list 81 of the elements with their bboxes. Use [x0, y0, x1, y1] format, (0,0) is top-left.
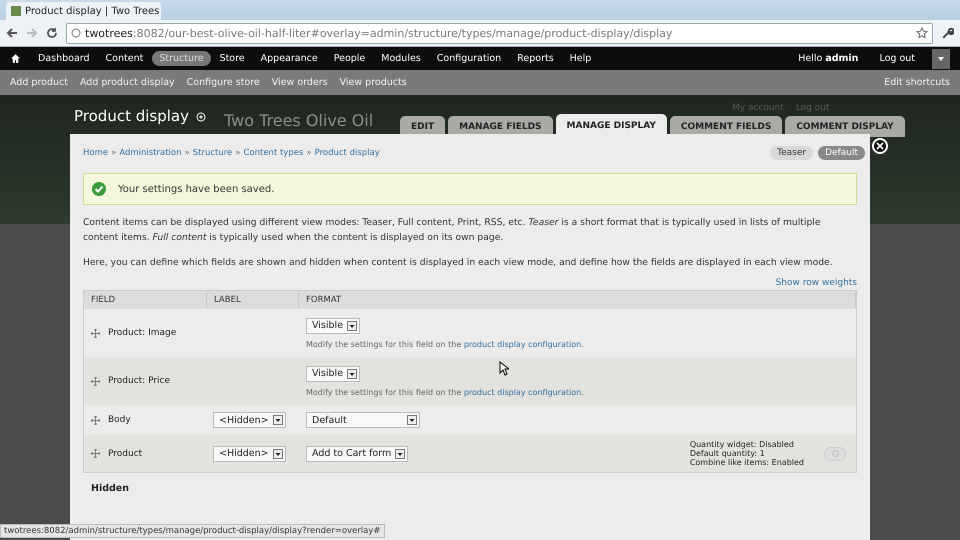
breadcrumb-link[interactable]: Home [83, 148, 108, 158]
toolbar-menu-item[interactable]: Modules [374, 51, 428, 66]
page-title: Product display [74, 107, 189, 125]
toolbar-menu-item[interactable]: Appearance [254, 51, 325, 66]
back-icon[interactable] [6, 27, 18, 39]
toolbar-menu-item[interactable]: Help [562, 51, 598, 66]
logout-link[interactable]: Log out [872, 51, 922, 66]
view-mode-tab[interactable]: Teaser [770, 146, 814, 160]
greeting-text: Hello admin [798, 53, 858, 64]
breadcrumb-separator: » [306, 148, 312, 158]
select-field[interactable]: <Hidden> [213, 446, 286, 462]
caret-icon [272, 415, 283, 425]
address-bar[interactable]: twotrees:8082/our-best-olive-oil-half-liter#overlay=admin/structure/types/manage/product-display/display [66, 22, 933, 44]
close-button[interactable] [872, 138, 888, 154]
select-field[interactable]: <Hidden> [213, 412, 286, 428]
star-icon[interactable] [916, 27, 928, 39]
message-text: Your settings have been saved. [118, 184, 274, 194]
shortcut-link[interactable]: Add product display [80, 77, 175, 88]
close-icon [876, 142, 884, 150]
show-row-weights-link[interactable]: Show row weights [776, 278, 857, 288]
edit-shortcuts-link[interactable]: Edit shortcuts [884, 77, 950, 88]
column-header: FIELD [91, 295, 116, 305]
breadcrumb-link[interactable]: Product display [314, 148, 380, 158]
column-header: FORMAT [306, 295, 342, 305]
description-text: Content items can be displayed using different view modes: Teaser, Full content, Print, RSS, etc. Teaser is a short format that is typically used in lists of multiple content items. Full content is typically used when the content is displayed on its own page. [83, 216, 822, 245]
shortcut-link[interactable]: Configure store [186, 77, 260, 88]
description-text: Here, you can define which fields are shown and hidden when content is displayed in each view mode, and define how the fields are displayed in each view mode. [83, 256, 834, 270]
select-field[interactable]: Add to Cart form [306, 446, 408, 462]
field-name: Product: Price [108, 376, 170, 386]
drag-handle-icon[interactable] [91, 449, 100, 458]
field-name: Product: Image [108, 328, 176, 338]
shortcuts-toggle-button[interactable] [932, 48, 950, 68]
field-note: Modify the settings for this field on the product display configuration. [306, 340, 585, 348]
caret-icon [347, 368, 358, 378]
shortcut-link[interactable]: Add product [10, 77, 68, 88]
drag-handle-icon[interactable] [91, 416, 100, 424]
url-text: twotrees:8082/our-best-olive-oil-half-liter#overlay=admin/structure/types/manage/product-display/display [85, 26, 672, 40]
shortcut-link[interactable]: View products [340, 77, 407, 88]
breadcrumb-separator: » [184, 148, 190, 158]
mouse-pointer-icon [499, 361, 509, 376]
hidden-section-heading: Hidden [91, 483, 130, 494]
caret-icon [938, 56, 944, 60]
home-icon[interactable] [10, 53, 21, 64]
gear-icon [830, 449, 840, 458]
caret-icon [395, 448, 406, 458]
toolbar-menu-item[interactable]: Content [98, 51, 150, 66]
field-note: Modify the settings for this field on the product display configuration. [306, 388, 585, 396]
formatter-summary: Quantity widget: Disabled Default quantity: 1 Combine like items: Enabled [690, 440, 805, 467]
column-header: LABEL [214, 295, 241, 305]
breadcrumb-link[interactable]: Administration [119, 148, 182, 158]
select-field[interactable]: Default [306, 412, 420, 428]
select-field[interactable]: Visible [306, 318, 360, 334]
view-mode-tab[interactable]: Default [818, 146, 865, 160]
shortcut-link[interactable]: View orders [272, 77, 328, 88]
drag-handle-icon[interactable] [91, 328, 100, 338]
configuration-link[interactable]: product display configuration [464, 388, 582, 396]
breadcrumb-link[interactable]: Structure [192, 148, 232, 158]
favicon-icon [11, 6, 21, 16]
field-name: Body [108, 415, 131, 425]
configuration-link[interactable]: product display configuration [464, 340, 582, 348]
site-name: Two Trees Olive Oil [224, 111, 374, 130]
breadcrumb-separator: » [235, 148, 240, 158]
drag-handle-icon[interactable] [91, 376, 100, 386]
status-bar-url: twotrees:8082/admin/structure/types/manage/product-display/display?render=overlay# [0, 524, 385, 538]
add-shortcut-icon[interactable] [196, 112, 206, 122]
breadcrumb-link[interactable]: Content types [243, 148, 304, 158]
check-icon [92, 182, 106, 196]
browser-tab[interactable]: Product display | Two Trees [6, 2, 161, 20]
breadcrumb-separator: » [111, 148, 116, 158]
toolbar-menu-item[interactable]: Configuration [430, 51, 508, 66]
toolbar-menu-item[interactable]: Store [212, 51, 252, 66]
caret-icon [272, 448, 283, 458]
toolbar-menu-item[interactable]: Dashboard [31, 51, 97, 66]
select-field[interactable]: Visible [306, 366, 360, 382]
tab[interactable]: COMMENT DISPLAY [785, 116, 905, 137]
toolbar-menu-item[interactable]: Reports [510, 51, 561, 66]
toolbar-menu-item[interactable]: People [326, 51, 372, 66]
caret-icon [407, 415, 417, 425]
caret-icon [347, 320, 358, 330]
reload-icon[interactable] [46, 27, 58, 39]
field-name: Product [108, 448, 142, 458]
